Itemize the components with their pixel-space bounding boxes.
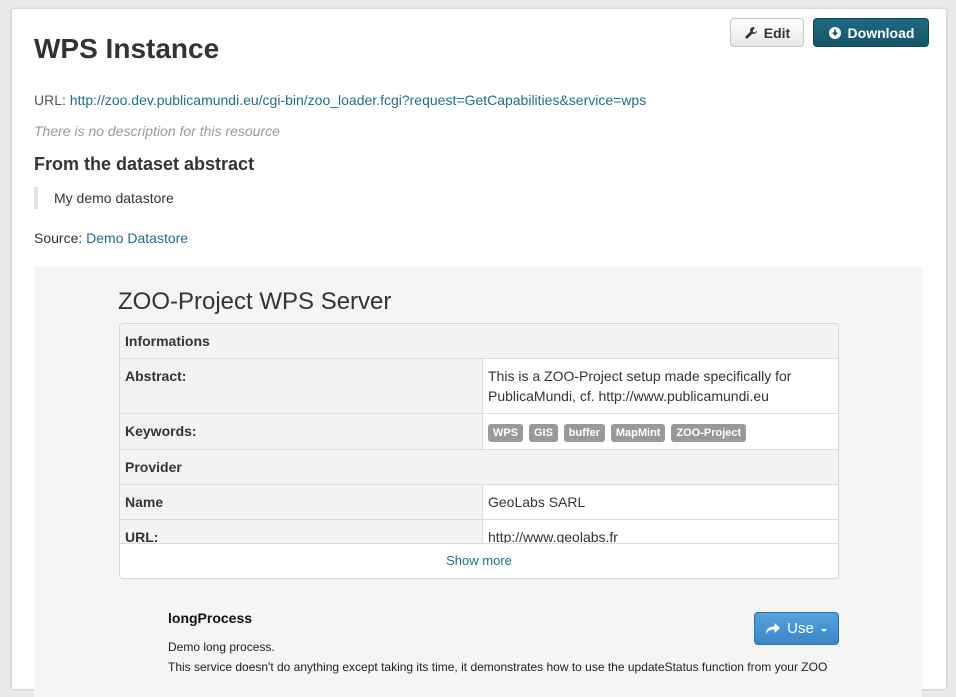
keyword-badge: buffer [563, 424, 605, 442]
table-row: Informations [120, 324, 838, 359]
wps-info-table-container: Informations Abstract: This is a ZOO-Pro… [119, 323, 839, 579]
provider-name-label: Name [120, 484, 483, 520]
abstract-heading: From the dataset abstract [34, 154, 255, 174]
process-detail: This service doesn't do anything except … [168, 660, 828, 674]
use-button[interactable]: Use [754, 612, 839, 645]
show-more-link[interactable]: Show more [120, 543, 838, 578]
abstract-label: Abstract: [120, 358, 483, 414]
resource-card: Edit Download WPS Instance URL: http://z… [11, 8, 947, 697]
process-name: longProcess [168, 610, 253, 626]
wps-info-table: Informations Abstract: This is a ZOO-Pro… [120, 324, 838, 576]
wps-preview-panel: ZOO-Project WPS Server Informations Abst… [34, 267, 922, 697]
wrench-icon [744, 26, 757, 39]
abstract-value: This is a ZOO-Project setup made specifi… [482, 358, 838, 414]
edit-button[interactable]: Edit [730, 18, 804, 47]
download-button[interactable]: Download [813, 18, 929, 47]
keyword-badge: MapMint [610, 424, 666, 442]
edit-button-label: Edit [763, 24, 791, 41]
page-title: WPS Instance [34, 33, 220, 64]
process-description: Demo long process. [168, 640, 275, 654]
provider-header: Provider [120, 449, 838, 485]
url-label: URL: [34, 92, 66, 108]
informations-header: Informations [120, 324, 838, 359]
source-label: Source: [34, 230, 83, 246]
keywords-value: WPS GIS buffer MapMint ZOO-Project [482, 413, 838, 450]
table-row: Provider [120, 449, 838, 485]
keyword-badge: WPS [488, 424, 524, 442]
table-row: Abstract: This is a ZOO-Project setup ma… [120, 358, 838, 414]
download-button-label: Download [847, 24, 915, 41]
keyword-badge: GIS [528, 424, 558, 442]
keyword-badge: ZOO-Project [671, 424, 747, 442]
provider-name-value: GeoLabs SARL [482, 484, 838, 520]
abstract-blockquote: My demo datastore [34, 187, 174, 209]
wps-server-title: ZOO-Project WPS Server [118, 288, 392, 315]
resource-url-line: URL: http://zoo.dev.publicamundi.eu/cgi-… [34, 92, 646, 108]
no-description-text: There is no description for this resourc… [34, 123, 280, 139]
use-button-label: Use [787, 620, 814, 637]
caret-down-icon [820, 628, 827, 632]
table-row: Name GeoLabs SARL [120, 484, 838, 520]
keywords-label: Keywords: [120, 413, 483, 450]
share-arrow-icon [766, 623, 781, 634]
table-row: Keywords: WPS GIS buffer MapMint ZOO-Pro… [120, 413, 838, 450]
source-line: Source: Demo Datastore [34, 230, 188, 246]
resource-url-link[interactable]: http://zoo.dev.publicamundi.eu/cgi-bin/z… [70, 92, 646, 108]
source-link[interactable]: Demo Datastore [86, 230, 188, 246]
download-circle-icon [828, 26, 841, 39]
